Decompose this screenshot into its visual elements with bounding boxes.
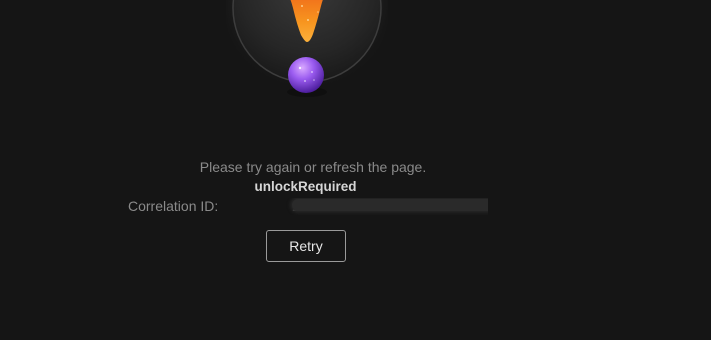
redaction-mark	[292, 198, 489, 211]
retry-button[interactable]: Retry	[266, 230, 346, 262]
correlation-id-value: 23d 9999 999	[222, 198, 489, 215]
error-page: Please try again or refresh the page. un…	[0, 0, 711, 340]
error-message: Please try again or refresh the page.	[199, 159, 427, 175]
correlation-id-label: Correlation ID:	[128, 197, 219, 214]
correlation-id: Correlation ID: 23d 9999 999	[128, 197, 489, 215]
exclamation-orb-icon	[225, 0, 389, 105]
error-code: unlockRequired	[254, 179, 357, 194]
